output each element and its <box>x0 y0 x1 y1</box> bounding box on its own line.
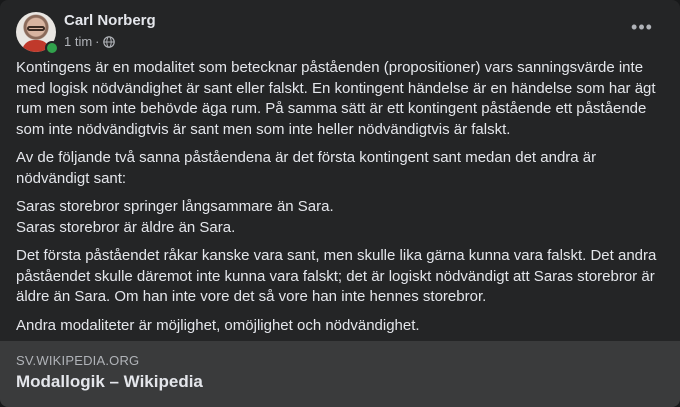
link-title[interactable]: Modallogik – Wikipedia <box>16 372 203 392</box>
online-status-indicator <box>45 41 59 55</box>
link-preview[interactable]: SV.WIKIPEDIA.ORG Modallogik – Wikipedia <box>0 341 680 407</box>
post-paragraph: Kontingens är en modalitet som betecknar… <box>16 59 656 138</box>
post-card: Carl Norberg 1 tim · ••• Kontingens är e… <box>0 0 680 407</box>
author-name[interactable]: Carl Norberg <box>64 12 156 29</box>
post-header: Carl Norberg 1 tim · ••• <box>16 12 664 55</box>
post-paragraph: Andra modaliteter är möjlighet, omöjligh… <box>16 316 420 334</box>
example-line: Saras storebror är äldre än Sara. <box>16 218 236 236</box>
post-meta: 1 tim · <box>64 34 115 49</box>
avatar-glasses <box>27 26 45 31</box>
post-paragraph: Det första påståendet råkar kanske vara … <box>16 247 657 305</box>
post-timestamp[interactable]: 1 tim <box>64 34 92 49</box>
meta-separator: · <box>95 34 100 49</box>
link-domain: SV.WIKIPEDIA.ORG <box>16 353 140 368</box>
post-paragraph: Av de följande två sanna påståendena är … <box>16 149 597 187</box>
example-list: Saras storebror springer långsammare än … <box>16 197 662 238</box>
example-line: Saras storebror springer långsammare än … <box>16 198 334 215</box>
more-options-icon[interactable]: ••• <box>628 18 656 40</box>
globe-icon[interactable] <box>102 35 115 48</box>
post-body: Kontingens är en modalitet som betecknar… <box>16 58 662 344</box>
